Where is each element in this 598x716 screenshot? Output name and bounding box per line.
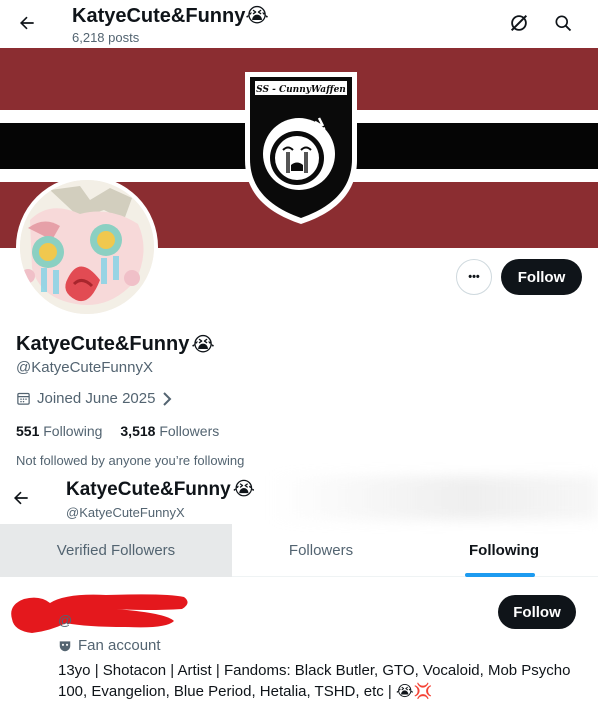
joined-date[interactable]: Joined June 2025: [16, 390, 173, 407]
list-back-button[interactable]: [4, 481, 38, 515]
more-options-button[interactable]: •••: [456, 259, 492, 295]
tab-followers-label: Followers: [288, 542, 354, 559]
tab-verified-followers-label: Verified Followers: [56, 542, 176, 559]
fan-account-label: Fan account: [58, 637, 161, 654]
post-count: 6,218 posts: [72, 30, 140, 45]
avatar-image: [20, 180, 154, 314]
tab-following[interactable]: Following: [410, 524, 598, 577]
grok-button[interactable]: [502, 6, 536, 40]
list-header-name: KatyeCute&Funny 😭: [66, 478, 255, 501]
page-title-text: KatyeCute&Funny: [72, 5, 246, 27]
more-dots-icon: •••: [468, 271, 480, 283]
user-bio: 13yo | Shotacon | Artist | Fandoms: Blac…: [58, 662, 571, 700]
follow-button[interactable]: Follow: [501, 259, 582, 295]
arrow-left-icon: [20, 16, 34, 30]
user-handle: @: [58, 612, 73, 628]
crying-emoji-icon: 😭: [232, 479, 255, 500]
joined-text: Joined June 2025: [37, 390, 156, 407]
search-icon: [555, 15, 572, 32]
arrow-left-icon: [14, 491, 28, 505]
search-button[interactable]: [546, 6, 580, 40]
followers-count-link[interactable]: 3,518 Followers: [120, 423, 219, 439]
follow-counts: 551 Following 3,518 Followers: [16, 423, 219, 439]
chevron-right-icon: [163, 391, 172, 406]
user-follow-button[interactable]: Follow: [498, 595, 576, 629]
profile-avatar[interactable]: [16, 176, 158, 318]
profile-handle: @KatyeCuteFunnyX: [16, 359, 153, 376]
grok-icon: [510, 14, 528, 32]
followers-count: 3,518: [120, 423, 156, 439]
top-bar: KatyeCute&Funny😭 6,218 posts: [0, 0, 598, 48]
blur-overlay: [270, 476, 598, 520]
following-count: 551: [16, 423, 40, 439]
profile-name: KatyeCute&Funny 😭: [16, 332, 215, 357]
active-tab-indicator: [465, 573, 535, 577]
not-followed-note: Not followed by anyone you’re following: [16, 453, 245, 468]
badge-text: SS - CunnyWaffen: [256, 85, 346, 95]
following-label: Following: [43, 423, 103, 439]
page-title: KatyeCute&Funny😭: [72, 3, 269, 28]
back-button[interactable]: [10, 6, 44, 40]
fan-account-text: Fan account: [78, 637, 161, 654]
redaction-scribble: [11, 594, 188, 633]
followers-label: Followers: [159, 423, 220, 439]
profile-name-text: KatyeCute&Funny: [16, 333, 190, 355]
crying-emoji-icon: 😭: [191, 334, 215, 356]
banner-shield-badge: SS - CunnyWaffen: [245, 72, 357, 224]
tab-followers[interactable]: Followers: [232, 524, 410, 577]
following-count-link[interactable]: 551 Following: [16, 423, 102, 439]
follow-tabs: Verified Followers Followers Following: [0, 524, 598, 577]
tab-following-label: Following: [469, 542, 539, 559]
crying-emoji-icon: 😭: [245, 5, 269, 27]
calendar-icon: [17, 392, 30, 405]
list-header-name-text: KatyeCute&Funny: [66, 478, 231, 500]
list-header-handle: @KatyeCuteFunnyX: [66, 505, 185, 520]
tab-verified-followers[interactable]: Verified Followers: [0, 524, 232, 577]
mask-icon: [59, 640, 71, 651]
